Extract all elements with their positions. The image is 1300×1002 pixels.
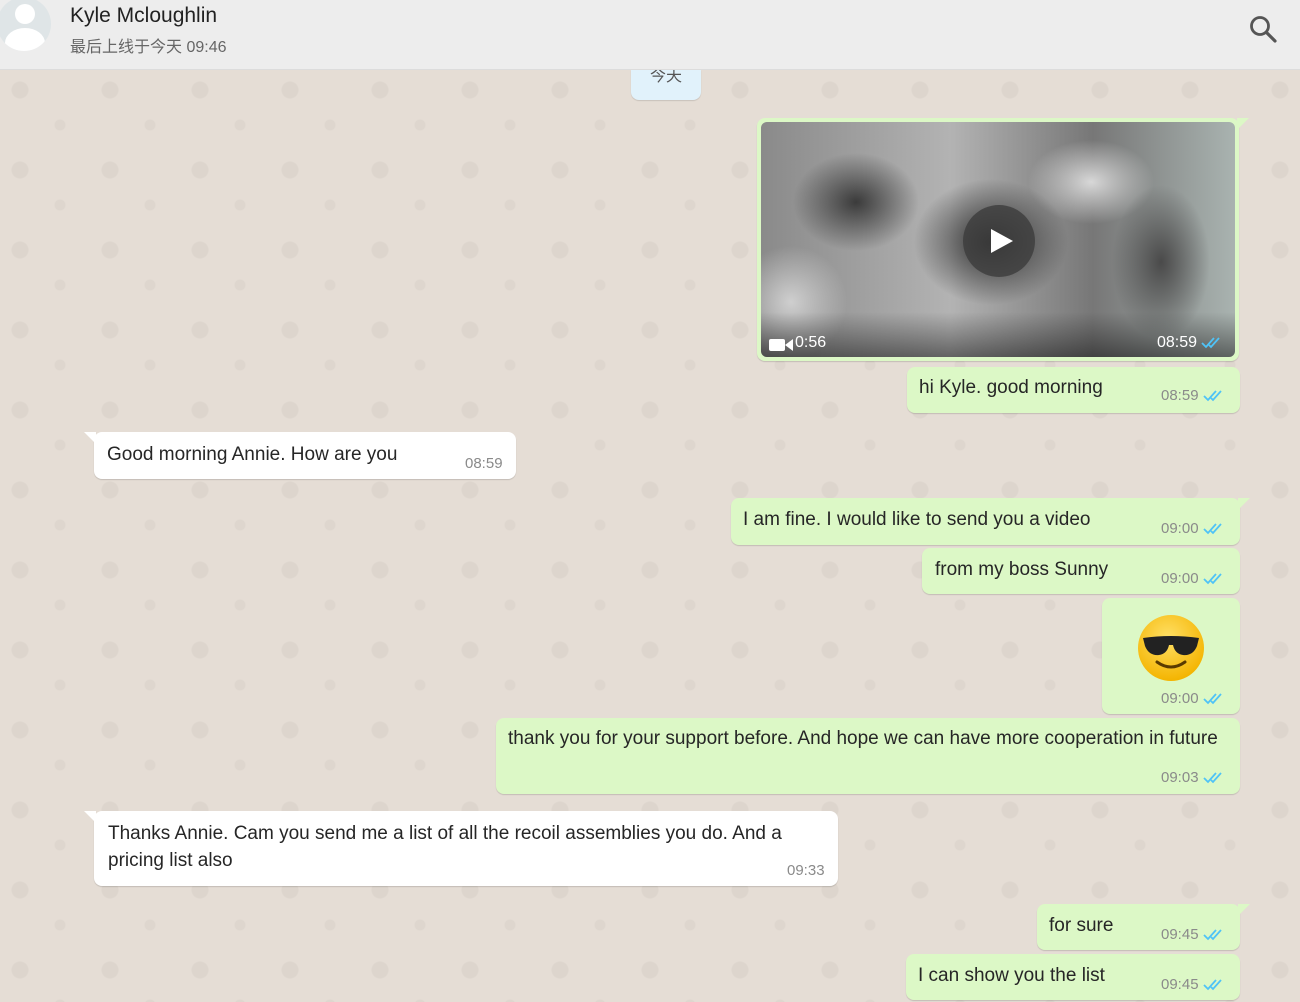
outgoing-message[interactable]: thank you for your support before. And h…	[496, 718, 1240, 794]
message-meta: 09:45	[1161, 926, 1225, 943]
message-meta: 08:59	[1161, 387, 1225, 404]
message-text: hi Kyle. good morning	[919, 377, 1103, 398]
message-time: 09:33	[787, 862, 825, 879]
message-meta: 09:45	[1161, 976, 1225, 993]
contact-name[interactable]: Kyle Mcloughlin	[70, 4, 217, 28]
smiling-face-with-sunglasses-icon	[1138, 615, 1204, 681]
video-camera-icon	[769, 339, 793, 351]
read-ticks-icon	[1202, 928, 1222, 940]
read-ticks-icon	[1202, 978, 1222, 990]
message-text: I can show you the list	[918, 965, 1105, 986]
video-time-text: 08:59	[1157, 334, 1198, 351]
play-button[interactable]	[963, 205, 1035, 277]
avatar-head	[15, 4, 35, 24]
date-divider: 今天	[631, 70, 701, 100]
message-text: for sure	[1049, 915, 1114, 936]
search-button[interactable]	[1248, 14, 1278, 44]
video-duration: 0:56	[795, 334, 827, 351]
message-meta: 09:33	[787, 862, 825, 879]
outgoing-emoji-message[interactable]: 09:00	[1102, 598, 1240, 714]
message-time: 09:00	[1161, 520, 1199, 537]
message-text: thank you for your support before. And h…	[508, 728, 1218, 749]
message-time: 09:00	[1161, 690, 1199, 707]
message-meta: 09:00	[1161, 520, 1225, 537]
read-ticks-icon	[1202, 692, 1222, 704]
avatar-body	[5, 28, 45, 51]
chat-header: Kyle Mcloughlin 最后上线于今天 09:46	[0, 0, 1300, 70]
message-time: 09:03	[1161, 769, 1199, 786]
read-ticks-icon	[1202, 522, 1222, 534]
message-meta: 09:00	[1161, 690, 1225, 707]
outgoing-message[interactable]: for sure 09:45	[1037, 904, 1250, 950]
incoming-message[interactable]: Thanks Annie. Cam you send me a list of …	[84, 811, 838, 886]
message-meta: 08:59	[465, 455, 503, 472]
outgoing-message[interactable]: I can show you the list 09:45	[906, 954, 1240, 1000]
read-ticks-icon	[1201, 337, 1220, 349]
read-ticks-icon	[1202, 572, 1222, 584]
message-time: 09:45	[1161, 926, 1199, 943]
message-time: 08:59	[1161, 387, 1199, 404]
outgoing-message[interactable]: I am fine. I would like to send you a vi…	[731, 498, 1250, 545]
read-ticks-icon	[1202, 389, 1222, 401]
message-text: from my boss Sunny	[935, 559, 1109, 580]
video-thumbnail[interactable]: 0:56 08:59	[761, 122, 1235, 357]
incoming-message[interactable]: Good morning Annie. How are you 08:59	[84, 432, 516, 479]
video-timestamp: 08:59	[1157, 334, 1223, 352]
read-ticks-icon	[1202, 771, 1222, 783]
video-message[interactable]: 0:56 08:59	[757, 118, 1249, 361]
message-meta: 09:00	[1161, 570, 1225, 587]
message-meta: 09:03	[1161, 769, 1225, 786]
message-text: Thanks Annie. Cam you send me a list of …	[108, 823, 782, 871]
outgoing-message[interactable]: hi Kyle. good morning 08:59	[907, 367, 1240, 413]
message-time: 08:59	[465, 455, 503, 472]
message-text: I am fine. I would like to send you a vi…	[743, 509, 1091, 530]
outgoing-message[interactable]: from my boss Sunny 09:00	[922, 548, 1240, 594]
contact-avatar[interactable]	[0, 0, 51, 51]
message-time: 09:00	[1161, 570, 1199, 587]
date-label: 今天	[649, 70, 682, 85]
message-time: 09:45	[1161, 976, 1199, 993]
message-text: Good morning Annie. How are you	[107, 444, 398, 465]
search-icon	[1250, 16, 1277, 43]
message-list[interactable]: 今天 0:56 08:59 hi Kyle. good morning 08:5…	[0, 70, 1300, 1002]
last-seen-status: 最后上线于今天 09:46	[70, 39, 227, 56]
play-icon	[991, 229, 1013, 253]
